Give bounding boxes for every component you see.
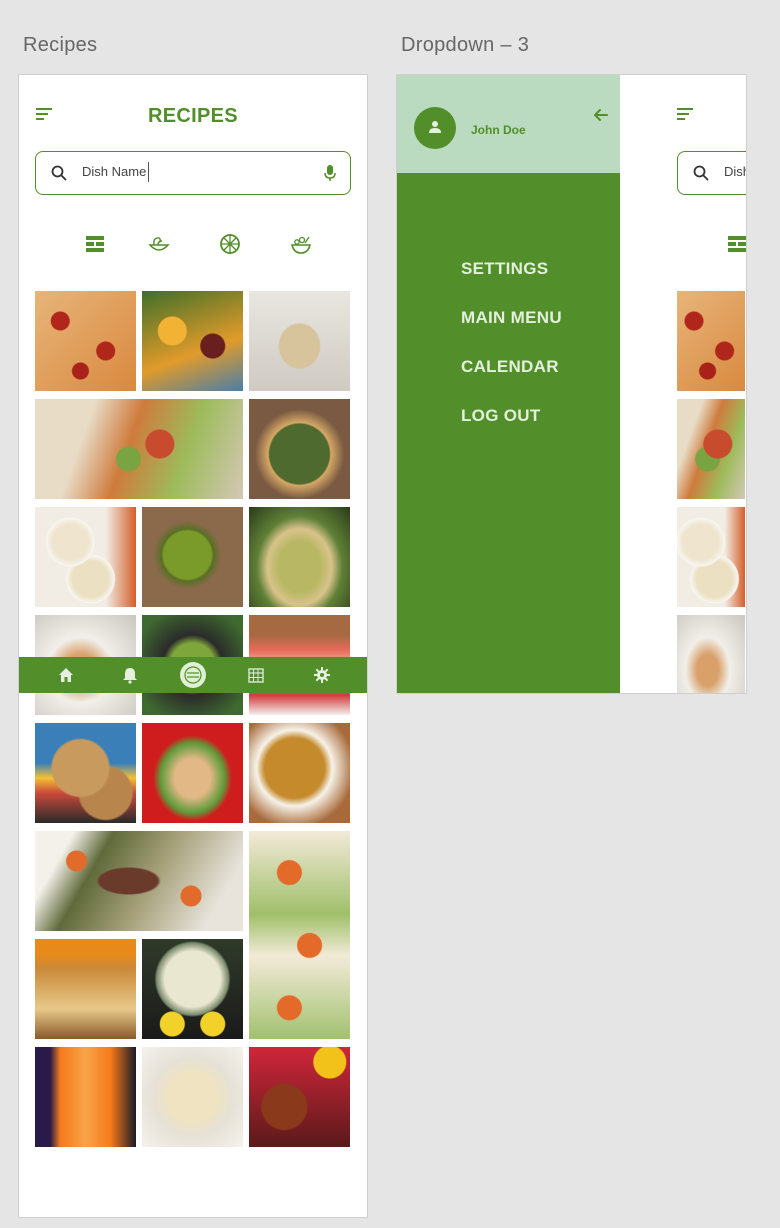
recipe-tile-pepperoni-pizza[interactable] — [35, 291, 136, 391]
menu-item-settings[interactable]: SETTINGS — [461, 259, 548, 279]
pizza-icon[interactable] — [219, 233, 241, 255]
recipe-tile-banana-bread[interactable] — [35, 939, 136, 1039]
salad-bowl-icon[interactable] — [290, 233, 312, 255]
menu-item-main-menu[interactable]: MAIN MENU — [461, 308, 562, 328]
microphone-icon[interactable] — [324, 165, 336, 182]
recipe-tile-chicken-soup[interactable] — [35, 507, 136, 607]
home-icon[interactable] — [57, 666, 75, 684]
recipe-tile-bruschetta[interactable] — [249, 291, 350, 391]
recipe-tile-iced-tea[interactable] — [249, 1047, 350, 1147]
search-icon — [51, 165, 67, 181]
recipe-tile-fruit-salad[interactable] — [142, 291, 243, 391]
recipe-tile-bread-salad[interactable] — [35, 399, 243, 499]
recipe-tile-steak-and-shrimp[interactable] — [35, 831, 243, 931]
search-input[interactable]: Dish Name — [82, 164, 146, 179]
center-menu-icon — [184, 666, 202, 684]
search-bar[interactable]: Dish Name — [35, 151, 351, 195]
recipe-tile-quiche-slice[interactable] — [249, 507, 350, 607]
recipes-screen: RECIPES Dish Name — [18, 74, 368, 1218]
recipe-tile-plated-dish — [677, 615, 745, 693]
recipe-tile-chicken-soup — [677, 507, 745, 607]
search-input: Dish — [724, 164, 746, 179]
recipe-tile-carrot-juice[interactable] — [35, 1047, 136, 1147]
underlying-screen-peek: Dish — [620, 75, 746, 693]
page-title: RECIPES — [148, 105, 238, 127]
hamburger-menu-icon — [677, 108, 693, 123]
drawer-header: John Doe — [397, 75, 620, 173]
artboard-label-recipes: Recipes — [23, 34, 98, 56]
dropdown-screen: John Doe SETTINGS MAIN MENU CALENDAR LOG… — [396, 74, 747, 694]
grid-view-icon[interactable] — [84, 233, 106, 255]
menu-item-log-out[interactable]: LOG OUT — [461, 406, 541, 426]
notification-bell-icon[interactable] — [121, 666, 139, 684]
calendar-icon[interactable] — [247, 666, 265, 684]
recipe-tile-lemonade[interactable] — [142, 939, 243, 1039]
recipe-tile-bread-salad — [677, 399, 745, 499]
user-name: John Doe — [471, 123, 526, 137]
user-icon — [429, 121, 441, 133]
recipe-tile-green-soup[interactable] — [142, 507, 243, 607]
recipe-tile-chicken-cutlets[interactable] — [142, 723, 243, 823]
settings-icon[interactable] — [313, 666, 331, 684]
grid-view-icon — [728, 236, 746, 252]
recipe-tile-lentil-soup[interactable] — [249, 723, 350, 823]
recipe-tile-fettuccine[interactable] — [142, 1047, 243, 1147]
noodle-bowl-icon[interactable] — [148, 233, 170, 255]
search-bar: Dish — [677, 151, 746, 195]
recipe-tile-pepperoni-pizza — [677, 291, 745, 391]
bottom-navigation-bar — [19, 657, 367, 693]
avatar[interactable] — [414, 107, 456, 149]
back-arrow-icon[interactable] — [593, 107, 609, 123]
recipe-tile-spinach-tart[interactable] — [249, 399, 350, 499]
recipe-tile-shrimp-tacos[interactable] — [249, 831, 350, 1039]
artboard-label-dropdown: Dropdown – 3 — [401, 34, 530, 56]
text-cursor — [148, 162, 149, 182]
menu-item-calendar[interactable]: CALENDAR — [461, 357, 559, 377]
center-menu-button[interactable] — [180, 662, 206, 688]
navigation-drawer: John Doe SETTINGS MAIN MENU CALENDAR LOG… — [397, 75, 620, 693]
search-icon — [693, 165, 709, 181]
recipe-tile-cookies[interactable] — [35, 723, 136, 823]
